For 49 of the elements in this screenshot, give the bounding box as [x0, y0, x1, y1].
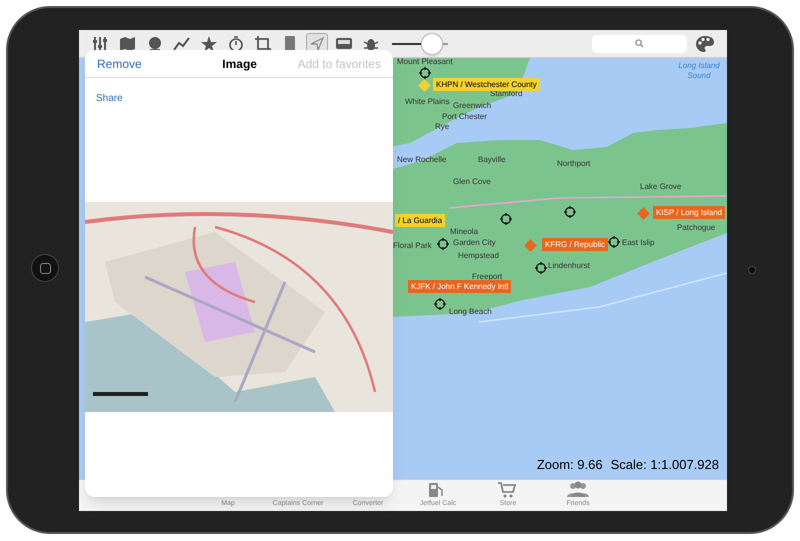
crosshair-icon[interactable]: [437, 238, 449, 250]
location-icon: [308, 34, 326, 52]
place-label: East Islip: [622, 239, 654, 247]
map-icon: [119, 34, 137, 52]
crosshair-icon[interactable]: [500, 213, 512, 225]
place-label: Patchogue: [677, 224, 716, 232]
place-label: Bayville: [478, 156, 506, 164]
slider[interactable]: [392, 32, 448, 54]
place-label: Lindenhurst: [548, 262, 590, 270]
place-label: Mount Pleasant: [397, 58, 453, 66]
airport-label[interactable]: KFRG / Republic: [542, 238, 608, 251]
place-label: Glen Cove: [453, 178, 491, 186]
place-label: Rye: [435, 123, 450, 131]
star-icon: [200, 34, 218, 52]
place-label: Northport: [557, 160, 590, 168]
crosshair-icon[interactable]: [564, 206, 576, 218]
place-label: Hempstead: [458, 252, 499, 260]
stopwatch-icon: [227, 34, 245, 52]
popover-title: Image: [222, 56, 257, 72]
share-link[interactable]: Share: [96, 91, 123, 106]
search-icon: [635, 39, 644, 48]
airport-label[interactable]: KJFK / John F Kennedy Intl: [408, 280, 512, 293]
chart-icon: [173, 34, 191, 52]
water-label: Long Island Sound: [677, 61, 721, 81]
crosshair-icon[interactable]: [535, 262, 547, 274]
place-label: Floral Park: [393, 242, 432, 250]
place-label: Lake Grove: [640, 183, 682, 191]
airport-label[interactable]: / La Guardia: [395, 214, 446, 227]
crosshair-icon[interactable]: [419, 67, 431, 79]
airport-label[interactable]: KISP / Long Island: [653, 206, 726, 219]
place-label: Garden City: [453, 239, 496, 247]
place-label: Port Chester: [442, 113, 487, 121]
search-field[interactable]: [592, 34, 687, 52]
zoom-reading: Zoom: 9.66: [536, 456, 603, 474]
scale-reading: Scale: 1:1.007.928: [610, 456, 719, 474]
slider-thumb[interactable]: [421, 32, 444, 54]
sliders-icon: [92, 34, 110, 52]
crosshair-icon[interactable]: [608, 236, 620, 248]
people-icon: [567, 480, 589, 498]
place-label: White Plains: [405, 98, 450, 106]
place-label: Long Beach: [449, 308, 492, 316]
crop-icon: [254, 34, 272, 52]
remove-button[interactable]: Remove: [97, 54, 142, 72]
cart-icon: [497, 480, 519, 498]
airport-label[interactable]: KHPN / Westchester County: [433, 78, 540, 91]
palette-icon[interactable]: [695, 34, 715, 52]
crosshair-icon[interactable]: [434, 298, 446, 310]
place-label: Mineola: [450, 228, 478, 236]
place-label: Freeport: [472, 273, 502, 281]
